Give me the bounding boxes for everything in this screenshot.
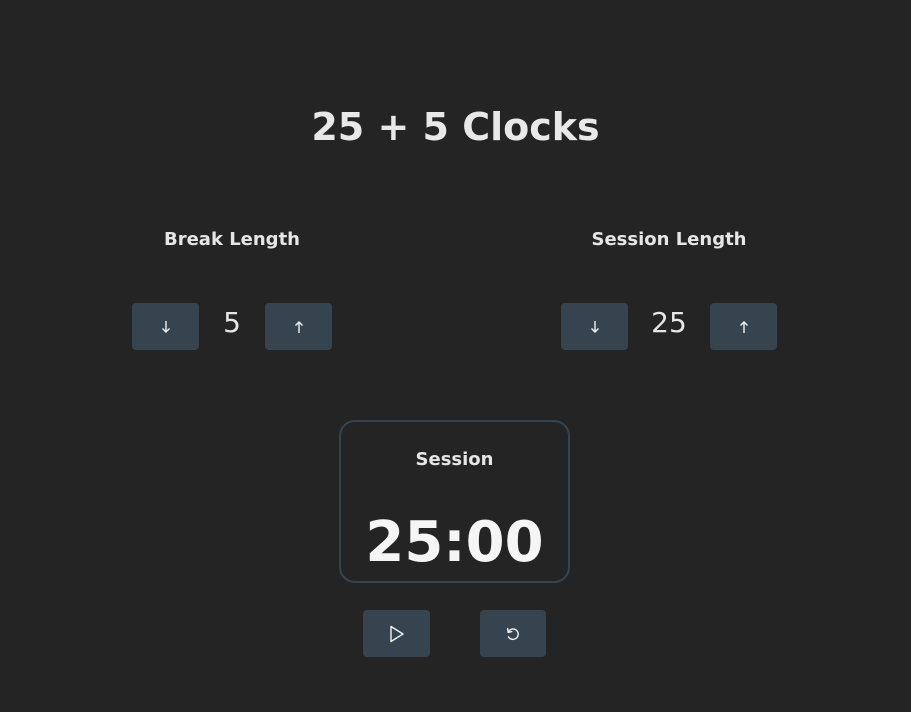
break-decrement-button[interactable]	[132, 303, 199, 350]
reset-button[interactable]	[480, 610, 546, 657]
time-left-display: 25:00	[365, 510, 544, 575]
play-icon	[389, 625, 405, 643]
break-length-label: Break Length	[164, 229, 300, 250]
break-length-value: 5	[223, 306, 241, 339]
break-increment-button[interactable]	[265, 303, 332, 350]
arrow-down-icon	[589, 320, 601, 334]
arrow-up-icon	[738, 320, 750, 334]
start-stop-button[interactable]	[363, 610, 430, 657]
reset-icon	[505, 626, 521, 642]
session-length-value: 25	[651, 306, 687, 339]
session-decrement-button[interactable]	[561, 303, 628, 350]
timer-label: Session	[415, 449, 494, 470]
app-title: 25 + 5 Clocks	[311, 105, 600, 149]
session-increment-button[interactable]	[710, 303, 777, 350]
arrow-up-icon	[293, 320, 305, 334]
session-length-label: Session Length	[591, 229, 747, 250]
arrow-down-icon	[160, 320, 172, 334]
